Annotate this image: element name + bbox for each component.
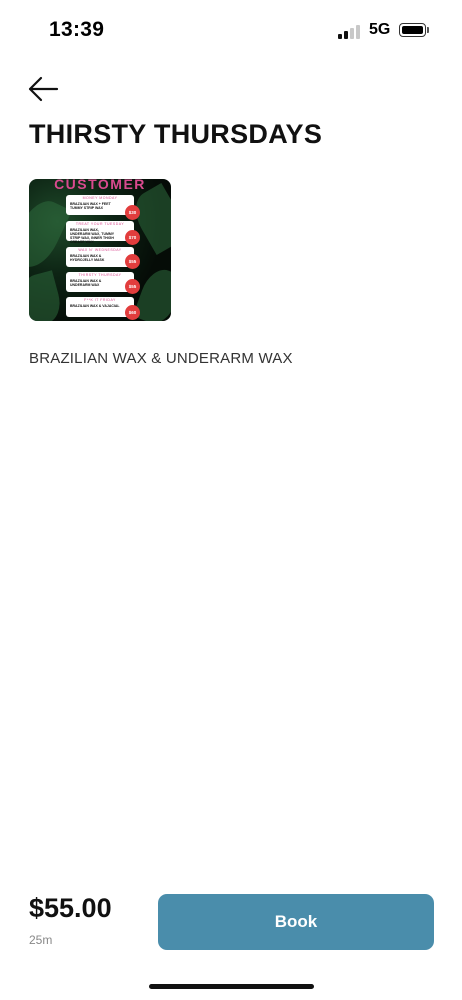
flyer-card: WAX N' WEDNESDAY BRAZILIAN WAX & HYDROJE… bbox=[66, 247, 134, 267]
flyer-card-text: BRAZILIAN WAX & VAJACIAL bbox=[70, 304, 120, 308]
flyer-card-price: $70 bbox=[125, 230, 140, 245]
flyer-card-text: BRAZILIAN WAX, UNDERARM WAX, TUMMY STRIP… bbox=[70, 228, 115, 244]
flyer-card-price: $55 bbox=[125, 279, 140, 294]
flyer-card-price: $30 bbox=[125, 205, 140, 220]
flyer-card: F**K IT FRIDAY BRAZILIAN WAX & VAJACIAL bbox=[66, 297, 134, 317]
flyer-card-price: $55 bbox=[125, 254, 140, 269]
status-time: 13:39 bbox=[49, 18, 105, 41]
flyer-card-text: BRAZILIAN WAX + FEET TUMMY STRIP WAX bbox=[70, 202, 111, 210]
back-button[interactable] bbox=[26, 74, 60, 104]
arrow-left-icon bbox=[28, 76, 59, 102]
flyer-card: THIRSTY THURSDAY BRAZILIAN WAX & UNDERAR… bbox=[66, 272, 134, 292]
flyer-card: TREAT YOUR TUESDAY BRAZILIAN WAX, UNDERA… bbox=[66, 221, 134, 244]
battery-icon bbox=[399, 23, 426, 37]
flyer-card-day: THIRSTY THURSDAY bbox=[78, 273, 122, 277]
cellular-signal-icon bbox=[338, 23, 362, 39]
flyer-heading: CUSTOMER bbox=[54, 179, 146, 192]
flyer-card: MONEY MONDAY BRAZILIAN WAX + FEET TUMMY … bbox=[66, 195, 134, 215]
flyer-card-day: WAX N' WEDNESDAY bbox=[78, 248, 122, 252]
status-bar: 13:39 5G bbox=[0, 0, 462, 60]
flyer-card-day: MONEY MONDAY bbox=[82, 196, 118, 200]
service-title: THIRSTY THURSDAYS bbox=[29, 119, 323, 149]
book-button[interactable]: Book bbox=[158, 894, 434, 950]
service-duration: 25m bbox=[29, 933, 53, 947]
home-indicator[interactable] bbox=[149, 984, 314, 989]
service-image[interactable]: CUSTOMER MONEY MONDAY BRAZILIAN WAX + FE… bbox=[29, 179, 171, 321]
flyer-card-price: $60 bbox=[125, 305, 140, 320]
network-type: 5G bbox=[369, 21, 391, 38]
service-description: BRAZILIAN WAX & UNDERARM WAX bbox=[29, 350, 293, 367]
flyer-card-day: TREAT YOUR TUESDAY bbox=[75, 222, 125, 226]
service-price: $55.00 bbox=[29, 893, 112, 923]
flyer-card-text: BRAZILIAN WAX & UNDERARM WAX bbox=[70, 279, 102, 287]
battery-tip bbox=[427, 27, 429, 33]
flyer-card-day: F**K IT FRIDAY bbox=[84, 298, 116, 302]
flyer-card-text: BRAZILIAN WAX & HYDROJELLY MASK bbox=[70, 254, 105, 262]
